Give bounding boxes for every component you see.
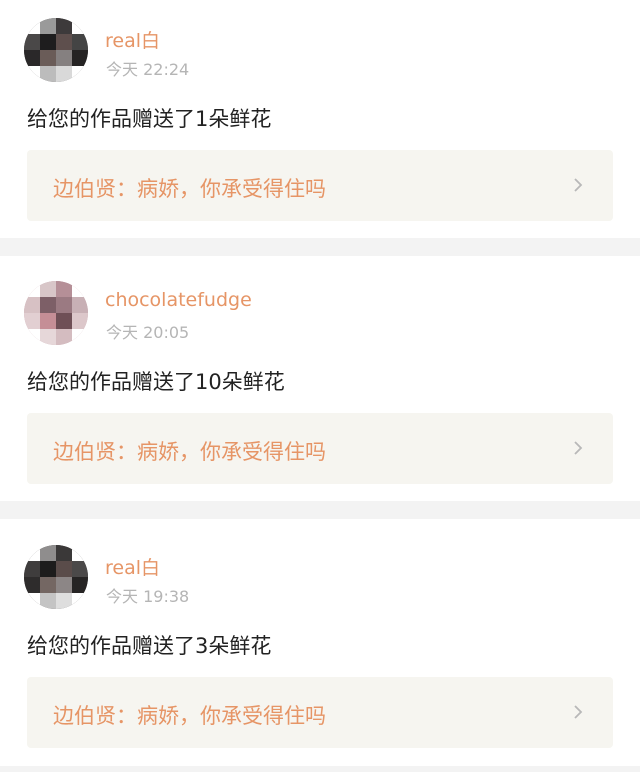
blurred-avatar-icon[interactable] — [24, 18, 88, 82]
card-separator — [0, 766, 640, 772]
blurred-avatar-icon[interactable] — [24, 281, 88, 345]
notification-message: 给您的作品赠送了3朵鲜花 — [27, 634, 272, 658]
username[interactable]: real白 — [105, 26, 160, 53]
notification-card: chocolatefudge 今天 20:05 给您的作品赠送了10朵鲜花 边伯… — [0, 263, 640, 484]
notification-message: 给您的作品赠送了1朵鲜花 — [27, 107, 272, 131]
notification-card: real白 今天 19:38 给您的作品赠送了3朵鲜花 边伯贤：病娇，你承受得住… — [0, 527, 640, 748]
notification-message: 给您的作品赠送了10朵鲜花 — [27, 370, 285, 394]
username[interactable]: real白 — [105, 553, 160, 580]
work-title: 边伯贤：病娇，你承受得住吗 — [53, 440, 326, 464]
work-link[interactable]: 边伯贤：病娇，你承受得住吗 — [27, 677, 613, 748]
notification-card: real白 今天 22:24 给您的作品赠送了1朵鲜花 边伯贤：病娇，你承受得住… — [0, 0, 640, 221]
work-link[interactable]: 边伯贤：病娇，你承受得住吗 — [27, 413, 613, 484]
chevron-right-icon — [574, 441, 583, 455]
username[interactable]: chocolatefudge — [105, 289, 252, 311]
chevron-right-icon — [574, 705, 583, 719]
timestamp: 今天 22:24 — [106, 60, 190, 79]
blurred-avatar-icon[interactable] — [24, 545, 88, 609]
timestamp: 今天 19:38 — [106, 587, 190, 606]
card-separator — [0, 238, 640, 256]
timestamp: 今天 20:05 — [106, 323, 190, 342]
card-separator — [0, 501, 640, 519]
chevron-right-icon — [574, 178, 583, 192]
work-title: 边伯贤：病娇，你承受得住吗 — [53, 177, 326, 201]
work-title: 边伯贤：病娇，你承受得住吗 — [53, 704, 326, 728]
work-link[interactable]: 边伯贤：病娇，你承受得住吗 — [27, 150, 613, 221]
